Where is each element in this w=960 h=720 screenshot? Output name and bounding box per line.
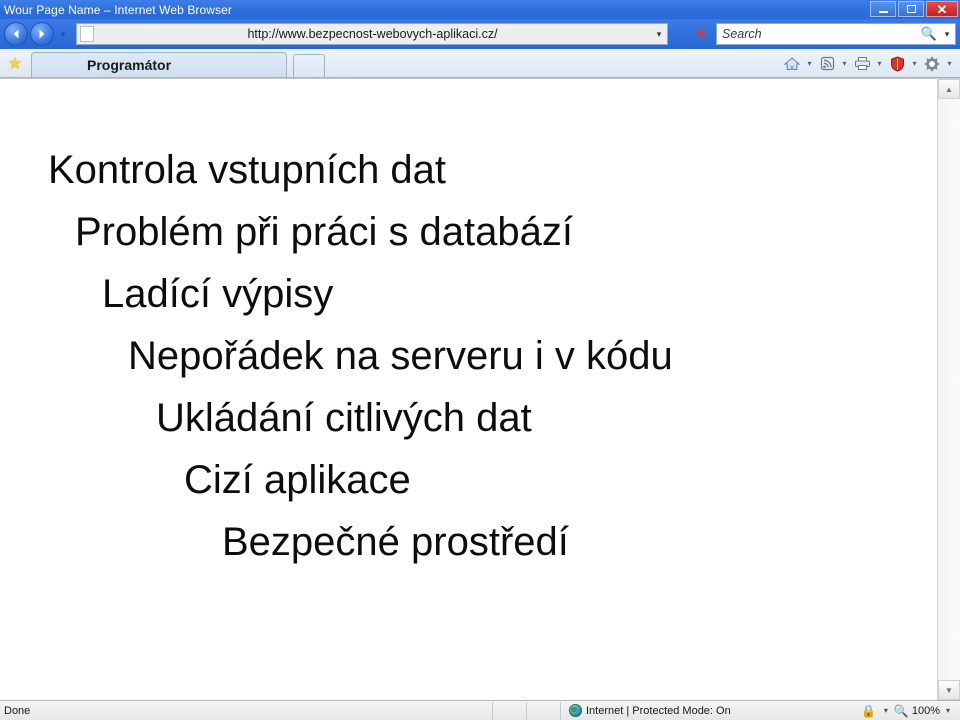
- home-button[interactable]: ▾: [781, 53, 816, 75]
- scroll-down-button[interactable]: ▼: [938, 680, 960, 700]
- close-button[interactable]: ✕: [926, 1, 958, 17]
- zoom-icon[interactable]: 🔍: [894, 704, 912, 718]
- safety-shield-icon: [886, 53, 908, 75]
- address-dropdown-button[interactable]: ▾: [651, 29, 667, 40]
- print-button[interactable]: ▾: [851, 53, 886, 75]
- browser-toolbar: ▾ ▾ ▾ ▾ ▾: [781, 50, 960, 77]
- tab-programator[interactable]: Programátor: [31, 52, 287, 77]
- scroll-up-button[interactable]: ▲: [938, 79, 960, 99]
- star-icon: ★: [7, 54, 23, 73]
- zoom-dropdown-caret[interactable]: ▾: [940, 706, 956, 715]
- print-dropdown-caret[interactable]: ▾: [873, 59, 886, 68]
- window-title: Wour Page Name – Internet Web Browser: [4, 2, 233, 17]
- page-viewport[interactable]: Kontrola vstupních dat Problém při práci…: [0, 79, 937, 700]
- window-controls: ✕: [870, 1, 958, 17]
- settings-dropdown-caret[interactable]: ▾: [943, 59, 956, 68]
- privacy-dropdown-caret[interactable]: ▾: [878, 706, 894, 715]
- slide-line: Cizí aplikace: [0, 449, 937, 511]
- search-input[interactable]: Search: [717, 27, 921, 41]
- scrollbar-track[interactable]: [938, 99, 960, 680]
- search-icon[interactable]: 🔍: [921, 26, 939, 42]
- slide-line: Kontrola vstupních dat: [0, 139, 937, 201]
- refresh-button[interactable]: ↻: [668, 23, 690, 45]
- content-area: Kontrola vstupních dat Problém při práci…: [0, 78, 960, 700]
- safety-button[interactable]: ▾: [886, 53, 921, 75]
- slide-line-text: Ladící výpisy: [102, 272, 334, 316]
- page-icon: [80, 26, 94, 42]
- security-zone[interactable]: Internet | Protected Mode: On: [561, 704, 731, 717]
- tab-label: Programátor: [87, 57, 172, 73]
- print-icon: [851, 53, 873, 75]
- stop-button[interactable]: ✕: [690, 23, 712, 45]
- forward-arrow-icon: [39, 29, 45, 39]
- status-separator: [526, 701, 527, 720]
- safety-dropdown-caret[interactable]: ▾: [908, 59, 921, 68]
- address-bar[interactable]: http://www.bezpecnost-webovych-aplikaci.…: [76, 23, 668, 45]
- status-separator: [492, 701, 493, 720]
- search-provider-dropdown[interactable]: ▾: [939, 29, 955, 40]
- refresh-icon: ↻: [673, 25, 685, 42]
- slide-line-text: Bezpečné prostředí: [222, 520, 569, 564]
- slide-line: Nepořádek na serveru i v kódu: [0, 325, 937, 387]
- slide-line: Ladící výpisy: [0, 263, 937, 325]
- zoom-level-label: 100%: [911, 704, 940, 717]
- status-text: Done: [4, 704, 31, 717]
- globe-icon: [569, 704, 582, 717]
- slide-line: Ukládání citlivých dat: [0, 387, 937, 449]
- slide-line-text: Problém při práci s databází: [75, 210, 574, 254]
- address-input[interactable]: http://www.bezpecnost-webovych-aplikaci.…: [94, 27, 651, 41]
- navigation-bar: ▾ http://www.bezpecnost-webovych-aplikac…: [0, 19, 960, 49]
- slide-text-block: Kontrola vstupních dat Problém při práci…: [0, 139, 937, 573]
- privacy-lock-icon[interactable]: 🔒: [860, 704, 878, 718]
- feeds-dropdown-caret[interactable]: ▾: [838, 59, 851, 68]
- title-bar: Wour Page Name – Internet Web Browser ✕: [0, 0, 960, 19]
- feeds-icon: [816, 53, 838, 75]
- tab-bar: ★ Programátor ▾ ▾ ▾ ▾ ▾: [0, 49, 960, 78]
- maximize-icon: [906, 5, 916, 13]
- new-tab-button[interactable]: [293, 54, 325, 77]
- slide-line: Problém při práci s databází: [0, 201, 937, 263]
- slide-line-text: Ukládání citlivých dat: [156, 396, 532, 440]
- vertical-scrollbar[interactable]: ▲ ▼: [937, 79, 960, 700]
- home-dropdown-caret[interactable]: ▾: [803, 59, 816, 68]
- minimize-button[interactable]: [870, 1, 896, 17]
- settings-button[interactable]: ▾: [921, 53, 956, 75]
- feeds-button[interactable]: ▾: [816, 53, 851, 75]
- slide-line: Bezpečné prostředí: [0, 511, 937, 573]
- back-button[interactable]: [4, 22, 28, 46]
- back-arrow-icon: [13, 29, 19, 39]
- search-box[interactable]: Search 🔍 ▾: [716, 23, 956, 45]
- favorites-button[interactable]: ★: [0, 50, 30, 77]
- forward-button[interactable]: [30, 22, 54, 46]
- stop-icon: ✕: [694, 26, 708, 43]
- security-zone-label: Internet | Protected Mode: On: [586, 704, 731, 717]
- status-right-group: 🔒 ▾ 🔍 100% ▾: [860, 704, 960, 718]
- minimize-icon: [878, 10, 888, 13]
- maximize-button[interactable]: [898, 1, 924, 17]
- history-dropdown-button[interactable]: ▾: [56, 29, 70, 40]
- home-icon: [781, 53, 803, 75]
- settings-gear-icon: [921, 53, 943, 75]
- slide-line-text: Cizí aplikace: [184, 458, 411, 502]
- slide-line-text: Nepořádek na serveru i v kódu: [128, 334, 673, 378]
- slide-line-text: Kontrola vstupních dat: [48, 148, 447, 192]
- browser-window: Wour Page Name – Internet Web Browser ✕ …: [0, 0, 960, 720]
- status-bar: Done Internet | Protected Mode: On 🔒 ▾ 🔍…: [0, 700, 960, 720]
